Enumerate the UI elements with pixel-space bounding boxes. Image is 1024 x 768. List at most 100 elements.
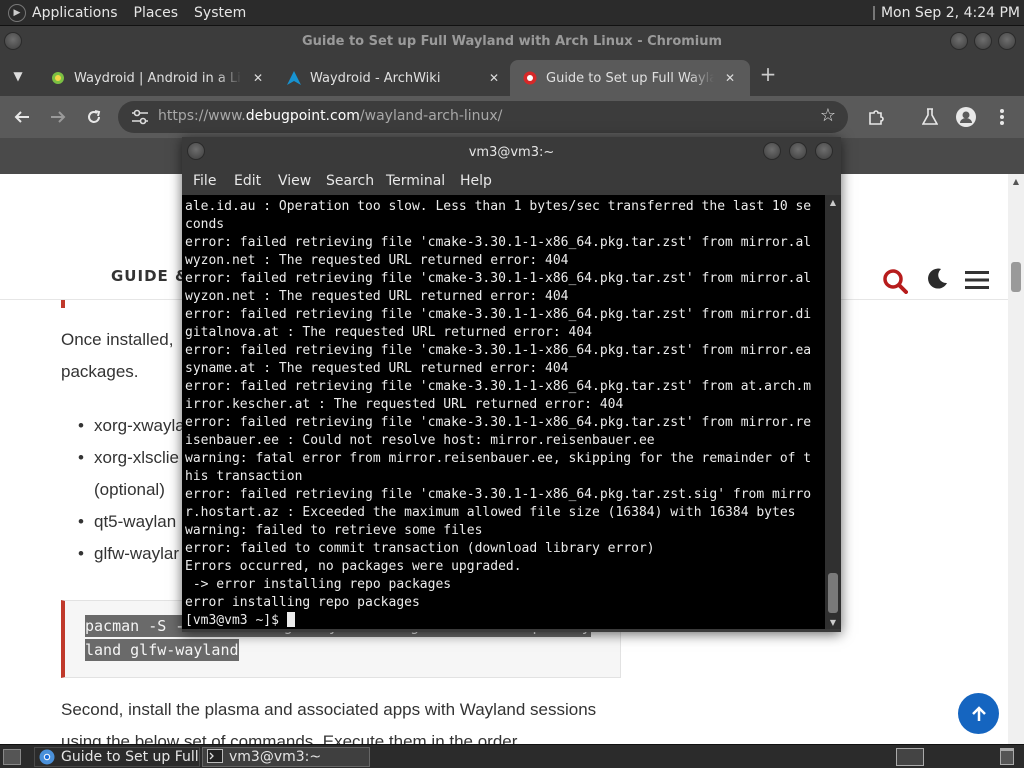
- page-scrollbar[interactable]: ▲: [1008, 174, 1024, 744]
- terminal-line: error: failed retrieving file 'cmake-3.3…: [185, 415, 812, 430]
- terminal-prompt-line[interactable]: [vm3@vm3 ~]$: [185, 612, 825, 629]
- task-label: vm3@vm3:~: [229, 749, 322, 765]
- places-menu[interactable]: Places: [134, 5, 179, 21]
- workspace-switcher[interactable]: [896, 748, 924, 766]
- back-arrow-icon[interactable]: [10, 105, 34, 129]
- terminal-window: vm3@vm3:~ File Edit View Search Terminal…: [182, 137, 841, 632]
- list-item: xorg-xwayla: [78, 416, 185, 436]
- close-tab-icon[interactable]: ✕: [486, 70, 502, 86]
- close-tab-icon[interactable]: ✕: [722, 70, 738, 86]
- terminal-title-bar[interactable]: vm3@vm3:~: [182, 137, 841, 167]
- arrow-up-icon: [971, 705, 986, 721]
- tab-waydroid[interactable]: Waydroid | Android in a Linux container …: [38, 60, 270, 96]
- system-menu[interactable]: System: [194, 5, 246, 21]
- terminal-line: -> error installing repo packages: [185, 577, 452, 592]
- terminal-scroll-thumb[interactable]: [828, 573, 838, 613]
- dark-mode-moon-icon[interactable]: [926, 268, 948, 290]
- quote-accent-bar: [61, 300, 65, 308]
- menu-edit[interactable]: Edit: [234, 173, 261, 189]
- terminal-line: wyzon.net : The requested URL returned e…: [185, 289, 569, 304]
- terminal-icon: [207, 749, 223, 765]
- maximize-button[interactable]: [974, 32, 992, 50]
- site-info-tune-icon[interactable]: [130, 108, 150, 126]
- minimize-button[interactable]: [950, 32, 968, 50]
- search-icon[interactable]: [882, 268, 908, 294]
- scroll-to-top-button[interactable]: [958, 693, 999, 734]
- menu-terminal[interactable]: Terminal: [386, 173, 445, 189]
- menu-help[interactable]: Help: [460, 173, 492, 189]
- close-button[interactable]: [998, 32, 1016, 50]
- terminal-line: irror.kescher.at : The requested URL ret…: [185, 397, 624, 412]
- scroll-up-arrow-icon[interactable]: ▲: [1008, 174, 1024, 188]
- labs-flask-icon[interactable]: [918, 105, 942, 129]
- applications-menu[interactable]: Applications: [32, 5, 118, 21]
- arch-linux-favicon-icon: [286, 70, 302, 86]
- trash-icon[interactable]: [1000, 748, 1014, 765]
- terminal-output[interactable]: ale.id.au : Operation too slow. Less tha…: [182, 195, 825, 629]
- tab-search-chevron-icon[interactable]: ▼: [8, 66, 28, 86]
- terminal-cursor: [286, 612, 295, 627]
- panel-separator: [872, 6, 875, 20]
- terminal-line: syname.at : The requested URL returned e…: [185, 361, 569, 376]
- address-bar[interactable]: https://www.debugpoint.com/wayland-arch-…: [118, 101, 848, 133]
- browser-title-bar[interactable]: Guide to Set up Full Wayland with Arch L…: [0, 26, 1024, 56]
- tab-archwiki[interactable]: Waydroid - ArchWiki ✕: [274, 60, 506, 96]
- scroll-up-arrow-icon[interactable]: ▲: [825, 195, 841, 209]
- paragraph-line: Once installed,: [61, 330, 174, 349]
- page-scroll-thumb[interactable]: [1011, 262, 1021, 292]
- terminal-line: Errors occurred, no packages were upgrad…: [185, 559, 522, 574]
- bottom-taskbar: Guide to Set up Full ... vm3@vm3:~: [0, 744, 1024, 768]
- more-options-kebab-icon[interactable]: [990, 105, 1014, 129]
- terminal-line: error: failed retrieving file 'cmake-3.3…: [185, 379, 812, 394]
- panel-clock-area[interactable]: Mon Sep 2, 4:24 PM: [872, 0, 1024, 26]
- tab-title: Guide to Set up Full Wayland with Arch L…: [546, 70, 714, 86]
- debugpoint-favicon-icon: [522, 70, 538, 86]
- hamburger-menu-icon[interactable]: [965, 270, 989, 290]
- bookmark-star-icon[interactable]: ☆: [820, 105, 836, 126]
- terminal-minimize-button[interactable]: [763, 142, 781, 160]
- terminal-window-menu-button[interactable]: [187, 142, 205, 160]
- profile-avatar-icon[interactable]: [954, 105, 978, 129]
- terminal-line: error: failed retrieving file 'cmake-3.3…: [185, 487, 812, 502]
- terminal-line: r.hostart.az : Exceeded the maximum allo…: [185, 505, 796, 520]
- menu-view[interactable]: View: [278, 173, 311, 189]
- terminal-menubar: File Edit View Search Terminal Help: [182, 167, 841, 195]
- extensions-puzzle-icon[interactable]: [864, 105, 888, 129]
- close-tab-icon[interactable]: ✕: [250, 70, 266, 86]
- terminal-close-button[interactable]: [815, 142, 833, 160]
- menu-file[interactable]: File: [193, 173, 216, 189]
- site-nav-guides[interactable]: GUIDE &: [111, 267, 189, 285]
- terminal-maximize-button[interactable]: [789, 142, 807, 160]
- menu-logo-icon[interactable]: ▶: [8, 3, 26, 22]
- terminal-line: his transaction: [185, 469, 303, 484]
- url-path: /wayland-arch-linux/: [359, 108, 503, 124]
- tab-guide-wayland[interactable]: Guide to Set up Full Wayland with Arch L…: [510, 60, 750, 96]
- chromium-icon: [39, 749, 55, 765]
- terminal-line: warning: failed to retrieve some files: [185, 523, 483, 538]
- task-label: Guide to Set up Full ...: [61, 749, 199, 765]
- url-scheme: https://www.: [158, 108, 246, 124]
- show-desktop-icon[interactable]: [3, 749, 21, 765]
- paragraph-line: using the below set of commands. Execute…: [61, 732, 522, 744]
- window-menu-button[interactable]: [4, 32, 22, 50]
- new-tab-button[interactable]: +: [758, 62, 778, 86]
- url-text: https://www.debugpoint.com/wayland-arch-…: [158, 108, 502, 124]
- scroll-down-arrow-icon[interactable]: ▼: [825, 615, 841, 629]
- tab-strip: ▼ Waydroid | Android in a Linux containe…: [0, 56, 1024, 96]
- browser-toolbar: https://www.debugpoint.com/wayland-arch-…: [0, 96, 1024, 138]
- paragraph-line: packages.: [61, 362, 139, 381]
- forward-arrow-icon[interactable]: [46, 105, 70, 129]
- menu-search[interactable]: Search: [326, 173, 374, 189]
- terminal-line: error: failed retrieving file 'cmake-3.3…: [185, 271, 812, 286]
- terminal-scrollbar[interactable]: ▲ ▼: [825, 195, 841, 629]
- taskbar-task-chromium[interactable]: Guide to Set up Full ...: [34, 747, 200, 767]
- clock[interactable]: Mon Sep 2, 4:24 PM: [881, 5, 1020, 21]
- taskbar-task-terminal[interactable]: vm3@vm3:~: [202, 747, 370, 767]
- reload-icon[interactable]: [82, 105, 106, 129]
- browser-window-title: Guide to Set up Full Wayland with Arch L…: [301, 33, 723, 49]
- terminal-line: error: failed retrieving file 'cmake-3.3…: [185, 235, 812, 250]
- tab-title: Waydroid - ArchWiki: [310, 70, 441, 86]
- terminal-line: wyzon.net : The requested URL returned e…: [185, 253, 569, 268]
- terminal-line: warning: fatal error from mirror.reisenb…: [185, 451, 812, 466]
- code-line[interactable]: land glfw-wayland: [85, 639, 239, 661]
